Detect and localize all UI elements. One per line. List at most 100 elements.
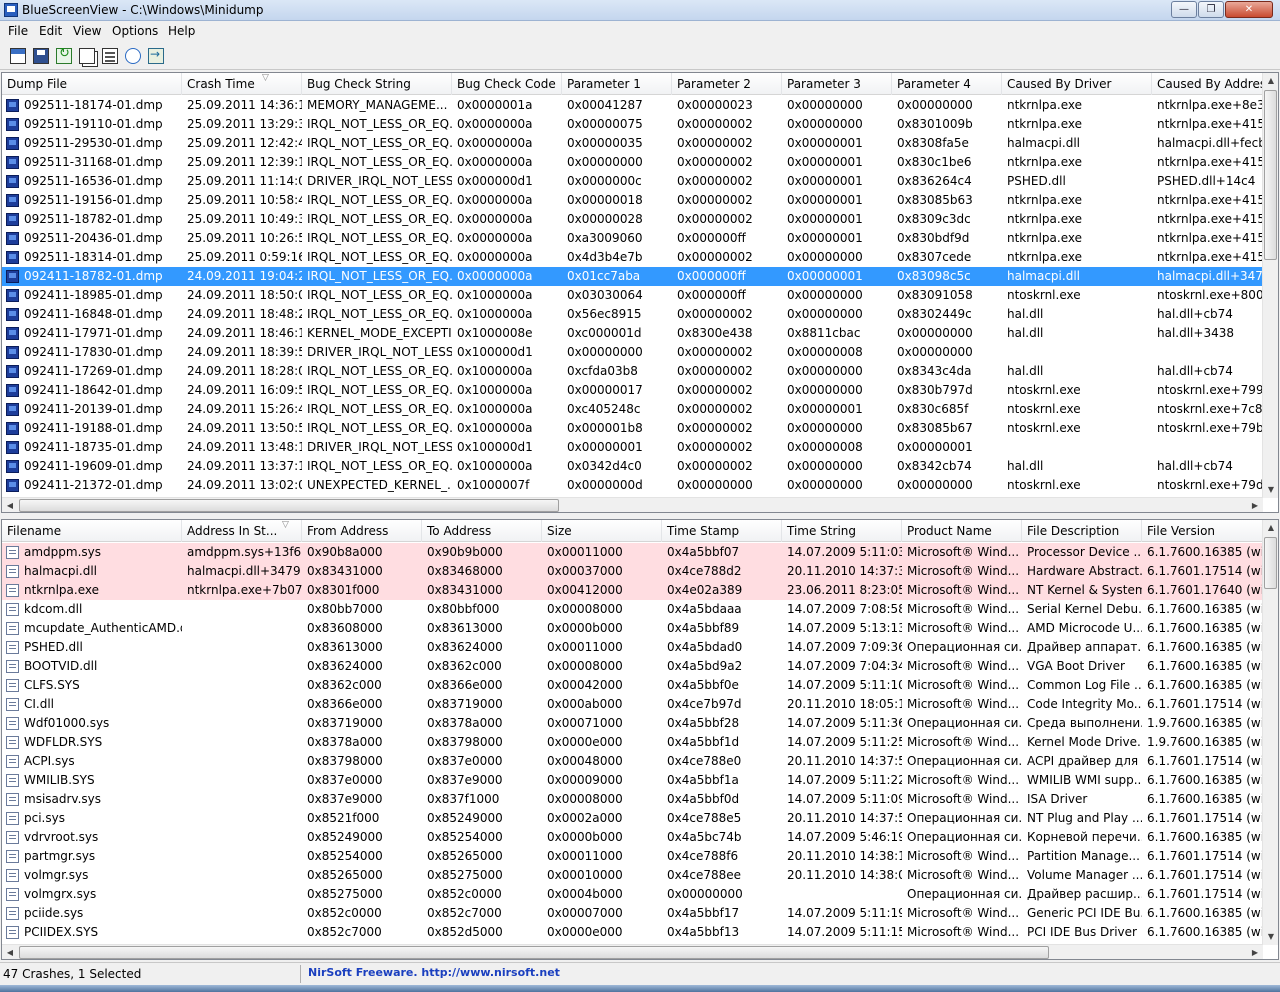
crash-row[interactable]: 092511-19156-01.dmp 25.09.2011 10:58:47 IR…	[2, 191, 1264, 210]
driver-row[interactable]: CLFS.SYS 0x8362c000 0x8366e000 0x00042000 0x…	[2, 676, 1264, 695]
scroll-down-arrow[interactable]: ▼	[1263, 929, 1278, 945]
menu-file[interactable]: File	[4, 24, 32, 38]
driver-row[interactable]: pci.sys 0x8521f000 0x85249000 0x0002a000 0x4…	[2, 809, 1264, 828]
driver-row[interactable]: amdppm.sys amdppm.sys+13f6 0x90b8a000 0x90b…	[2, 543, 1264, 562]
crash-row[interactable]: 092411-17830-01.dmp 24.09.2011 18:39:59 DR…	[2, 343, 1264, 362]
driver-row[interactable]: WDFLDR.SYS 0x8378a000 0x83798000 0x0000e000…	[2, 733, 1264, 752]
crash-row[interactable]: 092411-18985-01.dmp 24.09.2011 18:50:02 IR…	[2, 286, 1264, 305]
driver-row[interactable]: ACPI.sys 0x83798000 0x837e0000 0x00048000 0x…	[2, 752, 1264, 771]
maximize-button[interactable]: ❐	[1198, 1, 1224, 18]
exit-button[interactable]	[146, 46, 166, 66]
crash-row[interactable]: 092511-19110-01.dmp 25.09.2011 13:29:30 IR…	[2, 115, 1264, 134]
col-from-address[interactable]: From Address	[302, 520, 422, 542]
refresh-button[interactable]	[54, 46, 74, 66]
table-cell: 092511-31168-01.dmp	[24, 155, 163, 169]
menu-help[interactable]: Help	[164, 24, 199, 38]
col-parameter-3[interactable]: Parameter 3	[782, 73, 892, 95]
find-button[interactable]	[123, 46, 143, 66]
col-crash-time[interactable]: Crash Time	[182, 73, 302, 95]
driver-file-icon	[6, 926, 19, 939]
crash-list-vscroll-thumb[interactable]	[1264, 90, 1277, 260]
table-cell: PSHED.dll+14c4	[1157, 174, 1256, 188]
driver-row[interactable]: PSHED.dll 0x83613000 0x83624000 0x00011000 0…	[2, 638, 1264, 657]
scroll-left-arrow[interactable]: ◀	[2, 498, 18, 512]
crash-list-vscrollbar[interactable]: ▲ ▼	[1262, 73, 1278, 498]
col-time-string[interactable]: Time String	[782, 520, 902, 542]
copy-button[interactable]	[77, 46, 97, 66]
crash-list-hscrollbar[interactable]: ◀ ▶	[2, 497, 1263, 512]
scroll-right-arrow[interactable]: ▶	[1247, 498, 1263, 512]
properties-button[interactable]	[8, 46, 28, 66]
close-button[interactable]: ✕	[1225, 1, 1273, 18]
col-bug-check-code[interactable]: Bug Check Code	[452, 73, 562, 95]
crash-row[interactable]: 092411-17269-01.dmp 24.09.2011 18:28:02 IR…	[2, 362, 1264, 381]
col-caused-by-address[interactable]: Caused By Address	[1152, 73, 1264, 95]
dump-file-icon	[6, 422, 19, 435]
crash-row[interactable]: 092411-18735-01.dmp 24.09.2011 13:48:17 DR…	[2, 438, 1264, 457]
driver-row[interactable]: volmgr.sys 0x85265000 0x85275000 0x00010000…	[2, 866, 1264, 885]
driver-list-vscrollbar[interactable]: ▲ ▼	[1262, 520, 1278, 945]
crash-row[interactable]: 092411-18782-01.dmp 24.09.2011 19:04:25 IR…	[2, 267, 1264, 286]
driver-row[interactable]: pciide.sys 0x852c0000 0x852c7000 0x00007000…	[2, 904, 1264, 923]
scroll-up-arrow[interactable]: ▲	[1263, 73, 1278, 89]
scroll-up-arrow[interactable]: ▲	[1263, 520, 1278, 536]
crash-row[interactable]: 092511-16536-01.dmp 25.09.2011 11:14:04 DR…	[2, 172, 1264, 191]
driver-row[interactable]: halmacpi.dll halmacpi.dll+3479 0x83431000 0…	[2, 562, 1264, 581]
crash-row[interactable]: 092511-31168-01.dmp 25.09.2011 12:39:15 IR…	[2, 153, 1264, 172]
driver-row[interactable]: PCIIDEX.SYS 0x852c7000 0x852d5000 0x0000e00…	[2, 923, 1264, 942]
crash-row[interactable]: 092411-19609-01.dmp 24.09.2011 13:37:16 IR…	[2, 457, 1264, 476]
driver-row[interactable]: mcupdate_AuthenticAMD.dll 0x83608000 0x836…	[2, 619, 1264, 638]
col-product-name[interactable]: Product Name	[902, 520, 1022, 542]
col-dump-file[interactable]: Dump File	[2, 73, 182, 95]
html-report-button[interactable]	[100, 46, 120, 66]
col-caused-by-driver[interactable]: Caused By Driver	[1002, 73, 1152, 95]
col-parameter-2[interactable]: Parameter 2	[672, 73, 782, 95]
crash-row[interactable]: 092511-18174-01.dmp 25.09.2011 14:36:13 ME…	[2, 96, 1264, 115]
menu-view[interactable]: View	[69, 24, 105, 38]
table-cell: ACPI драйвер для ...	[1027, 754, 1142, 768]
driver-row[interactable]: partmgr.sys 0x85254000 0x85265000 0x0001100…	[2, 847, 1264, 866]
scroll-down-arrow[interactable]: ▼	[1263, 482, 1278, 498]
driver-row[interactable]: Wdf01000.sys 0x83719000 0x8378a000 0x000710…	[2, 714, 1264, 733]
driver-list-hscrollbar[interactable]: ◀ ▶	[2, 944, 1263, 959]
driver-row[interactable]: CI.dll 0x8366e000 0x83719000 0x000ab000 0x4c…	[2, 695, 1264, 714]
crash-row[interactable]: 092411-19188-01.dmp 24.09.2011 13:50:58 IR…	[2, 419, 1264, 438]
col-parameter-4[interactable]: Parameter 4	[892, 73, 1002, 95]
crash-list-hscroll-thumb[interactable]	[19, 499, 559, 512]
minimize-button[interactable]: —	[1171, 1, 1197, 18]
scroll-right-arrow[interactable]: ▶	[1247, 945, 1263, 959]
crash-row[interactable]: 092411-16848-01.dmp 24.09.2011 18:48:28 IR…	[2, 305, 1264, 324]
driver-row[interactable]: msisadrv.sys 0x837e9000 0x837f1000 0x000080…	[2, 790, 1264, 809]
crash-row[interactable]: 092511-18314-01.dmp 25.09.2011 0:59:16 IRQ…	[2, 248, 1264, 267]
menu-edit[interactable]: Edit	[35, 24, 66, 38]
col-parameter-1[interactable]: Parameter 1	[562, 73, 672, 95]
nirsoft-link[interactable]: NirSoft Freeware. http://www.nirsoft.net	[308, 966, 560, 979]
col-filename[interactable]: Filename	[2, 520, 182, 542]
driver-list-vscroll-thumb[interactable]	[1264, 537, 1277, 589]
table-cell: 0x00011000	[547, 640, 623, 654]
crash-row[interactable]: 092411-21372-01.dmp 24.09.2011 13:02:00 UN…	[2, 476, 1264, 495]
menu-options[interactable]: Options	[108, 24, 162, 38]
col-bug-check-string[interactable]: Bug Check String	[302, 73, 452, 95]
col-size[interactable]: Size	[542, 520, 662, 542]
col-file-version[interactable]: File Version	[1142, 520, 1264, 542]
driver-row[interactable]: volmgrx.sys 0x85275000 0x852c0000 0x0004b00…	[2, 885, 1264, 904]
driver-row[interactable]: kdcom.dll 0x80bb7000 0x80bbf000 0x00008000 0…	[2, 600, 1264, 619]
driver-row[interactable]: vdrvroot.sys 0x85249000 0x85254000 0x0000b0…	[2, 828, 1264, 847]
crash-row[interactable]: 092511-20436-01.dmp 25.09.2011 10:26:50 IR…	[2, 229, 1264, 248]
col-file-description[interactable]: File Description	[1022, 520, 1142, 542]
col-to-address[interactable]: To Address	[422, 520, 542, 542]
crash-row[interactable]: 092511-29530-01.dmp 25.09.2011 12:42:44 IR…	[2, 134, 1264, 153]
driver-row[interactable]: BOOTVID.dll 0x83624000 0x8362c000 0x0000800…	[2, 657, 1264, 676]
crash-row[interactable]: 092411-17971-01.dmp 24.09.2011 18:46:10 KE…	[2, 324, 1264, 343]
col-time-stamp[interactable]: Time Stamp	[662, 520, 782, 542]
crash-row[interactable]: 092411-20139-01.dmp 24.09.2011 15:26:44 IR…	[2, 400, 1264, 419]
crash-row[interactable]: 092511-18782-01.dmp 25.09.2011 10:49:30 IR…	[2, 210, 1264, 229]
driver-row[interactable]: ntkrnlpa.exe ntkrnlpa.exe+7b07e 0x8301f000…	[2, 581, 1264, 600]
scroll-left-arrow[interactable]: ◀	[2, 945, 18, 959]
driver-list-hscroll-thumb[interactable]	[19, 946, 1049, 959]
save-button[interactable]	[31, 46, 51, 66]
driver-row[interactable]: WMILIB.SYS 0x837e0000 0x837e9000 0x00009000…	[2, 771, 1264, 790]
refresh-icon	[56, 46, 72, 64]
crash-row[interactable]: 092411-18642-01.dmp 24.09.2011 16:09:56 IR…	[2, 381, 1264, 400]
